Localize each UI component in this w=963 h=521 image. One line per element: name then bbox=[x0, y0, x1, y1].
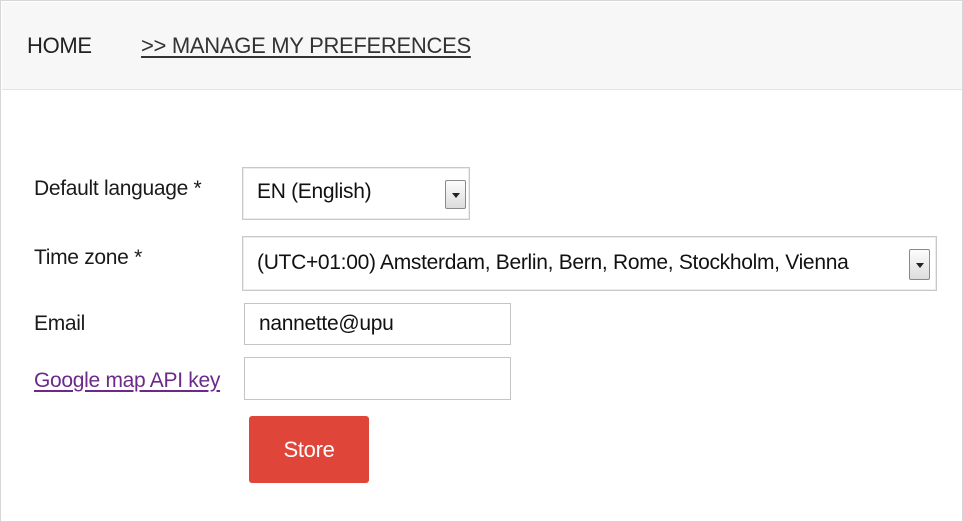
chevron-down-icon[interactable] bbox=[909, 249, 930, 280]
default-language-label: Default language * bbox=[34, 177, 202, 200]
chevron-down-icon[interactable] bbox=[445, 180, 466, 209]
breadcrumb-manage-preferences-link[interactable]: >> MANAGE MY PREFERENCES bbox=[141, 33, 471, 59]
time-zone-select[interactable]: (UTC+01:00) Amsterdam, Berlin, Bern, Rom… bbox=[242, 236, 937, 291]
page-frame: HOME >> MANAGE MY PREFERENCES Default la… bbox=[0, 0, 963, 521]
breadcrumb-home-link[interactable]: HOME bbox=[27, 33, 92, 59]
store-button[interactable]: Store bbox=[249, 416, 369, 483]
email-field[interactable] bbox=[244, 303, 511, 345]
time-zone-value: (UTC+01:00) Amsterdam, Berlin, Bern, Rom… bbox=[257, 251, 849, 274]
breadcrumb: HOME >> MANAGE MY PREFERENCES bbox=[2, 2, 962, 90]
google-map-api-key-field[interactable] bbox=[244, 357, 511, 400]
google-map-api-key-link[interactable]: Google map API key bbox=[34, 369, 220, 393]
default-language-select[interactable]: EN (English) bbox=[242, 167, 470, 220]
time-zone-label: Time zone * bbox=[34, 246, 142, 269]
email-label: Email bbox=[34, 312, 86, 335]
default-language-value: EN (English) bbox=[257, 180, 372, 203]
